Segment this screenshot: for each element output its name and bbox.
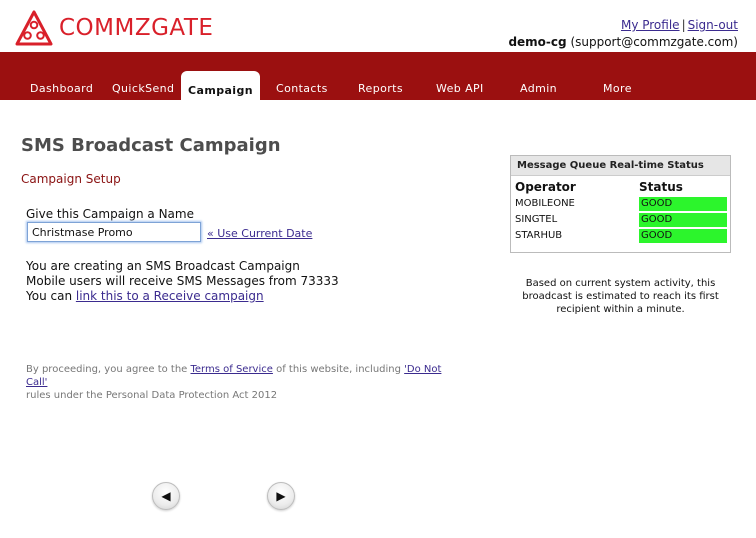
next-button[interactable]: ▶ [267, 482, 295, 510]
user-email: (support@commzgate.com) [570, 35, 738, 49]
username: demo-cg [508, 35, 567, 49]
nav-tab-dashboard[interactable]: Dashboard [30, 82, 93, 95]
queue-col-status: Status [639, 180, 683, 194]
queue-row: SINGTEL GOOD [511, 212, 730, 228]
terms-disclaimer: By proceeding, you agree to the Terms of… [26, 363, 466, 402]
delivery-estimate-text: Based on current system activity, this b… [522, 278, 719, 315]
info-line-type: You are creating an SMS Broadcast Campai… [26, 259, 300, 273]
info-link-prefix: You can [26, 289, 76, 303]
queue-row: STARHUB GOOD [511, 228, 730, 244]
arrow-right-icon: ▶ [276, 489, 286, 503]
disclaimer-text-3: rules under the Personal Data Protection… [26, 390, 278, 401]
commzgate-logo-icon [15, 10, 53, 46]
nav-tab-admin[interactable]: Admin [520, 82, 557, 95]
disclaimer-text-2: of this website, including [272, 364, 405, 375]
queue-row: MOBILEONE GOOD [511, 196, 730, 212]
terms-of-service-link[interactable]: Terms of Service [191, 364, 273, 375]
section-title: Campaign Setup [21, 172, 121, 186]
brand-logo[interactable]: COMMZGATE [15, 10, 213, 46]
sign-out-link[interactable]: Sign-out [688, 18, 738, 32]
nav-tab-more[interactable]: More [603, 82, 632, 95]
arrow-left-icon: ◀ [161, 489, 171, 503]
main-nav: Dashboard QuickSend Campaign Contacts Re… [0, 52, 756, 100]
queue-operator: MOBILEONE [515, 198, 575, 209]
page-title: SMS Broadcast Campaign [21, 135, 281, 156]
disclaimer-text-1: By proceeding, you agree to the [26, 364, 191, 375]
info-line-link: You can link this to a Receive campaign [26, 289, 339, 304]
queue-status-badge: GOOD [639, 213, 727, 227]
queue-panel-title: Message Queue Real-time Status [511, 156, 730, 176]
previous-button[interactable]: ◀ [152, 482, 180, 510]
nav-tab-campaign[interactable]: Campaign [181, 71, 260, 100]
user-links-separator: | [681, 18, 686, 32]
queue-operator: SINGTEL [515, 214, 558, 225]
campaign-name-label: Give this Campaign a Name [26, 207, 194, 221]
message-queue-panel: Message Queue Real-time Status Operator … [510, 155, 731, 253]
use-current-date-link[interactable]: « Use Current Date [207, 227, 312, 240]
campaign-name-input[interactable] [27, 222, 201, 242]
nav-tab-contacts[interactable]: Contacts [276, 82, 328, 95]
nav-tab-quicksend[interactable]: QuickSend [112, 82, 174, 95]
queue-col-operator: Operator [515, 180, 576, 194]
queue-table-header: Operator Status [511, 176, 730, 196]
link-receive-campaign-link[interactable]: link this to a Receive campaign [76, 289, 264, 303]
info-line-sender: Mobile users will receive SMS Messages f… [26, 274, 339, 288]
nav-tab-reports[interactable]: Reports [358, 82, 403, 95]
brand-name: COMMZGATE [59, 15, 214, 41]
nav-tab-web-api[interactable]: Web API [436, 82, 484, 95]
queue-operator: STARHUB [515, 230, 563, 241]
queue-status-badge: GOOD [639, 197, 727, 211]
user-box: My Profile | Sign-out demo-cg (support@com… [508, 17, 738, 51]
my-profile-link[interactable]: My Profile [621, 18, 680, 32]
campaign-info: You are creating an SMS Broadcast Campai… [26, 259, 339, 304]
queue-status-badge: GOOD [639, 229, 727, 243]
